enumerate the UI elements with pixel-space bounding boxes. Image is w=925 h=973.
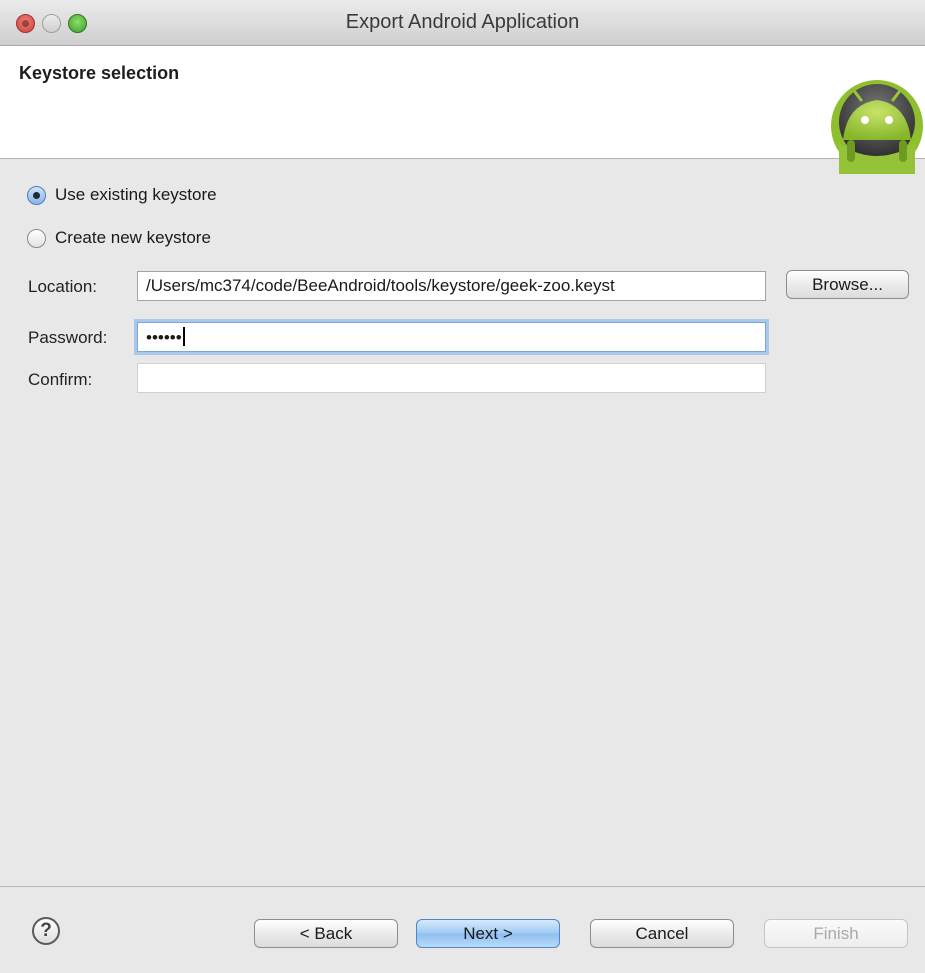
next-button[interactable]: Next > (416, 919, 560, 948)
password-value: •••••• (146, 328, 182, 347)
radio-label: Create new keystore (55, 228, 211, 247)
browse-button[interactable]: Browse... (786, 270, 909, 299)
page-title: Keystore selection (19, 63, 180, 83)
password-label: Password: (28, 328, 108, 347)
confirm-label: Confirm: (28, 370, 93, 389)
radio-label: Use existing keystore (55, 185, 217, 204)
finish-button[interactable]: Finish (764, 919, 908, 948)
radio-use-existing-keystore[interactable]: Use existing keystore (27, 185, 217, 205)
location-input[interactable]: /Users/mc374/code/BeeAndroid/tools/keyst… (137, 271, 766, 301)
android-logo-icon (829, 78, 925, 179)
radio-create-new-keystore[interactable]: Create new keystore (27, 228, 211, 248)
back-button[interactable]: < Back (254, 919, 398, 948)
footer-divider (0, 886, 925, 887)
window-title: Export Android Application (345, 11, 580, 33)
wizard-header: Keystore selection (0, 46, 925, 174)
radio-button-unchecked[interactable] (27, 228, 46, 248)
location-value: /Users/mc374/code/BeeAndroid/tools/keyst… (146, 276, 615, 295)
help-icon[interactable]: ? (32, 917, 60, 945)
cancel-button[interactable]: Cancel (590, 919, 734, 948)
location-label: Location: (28, 277, 97, 296)
text-cursor (182, 327, 185, 346)
title-bar: Export Android Application (0, 0, 925, 46)
confirm-input[interactable] (137, 363, 766, 393)
radio-button-checked[interactable] (27, 185, 46, 205)
password-input[interactable]: •••••• (137, 322, 766, 352)
